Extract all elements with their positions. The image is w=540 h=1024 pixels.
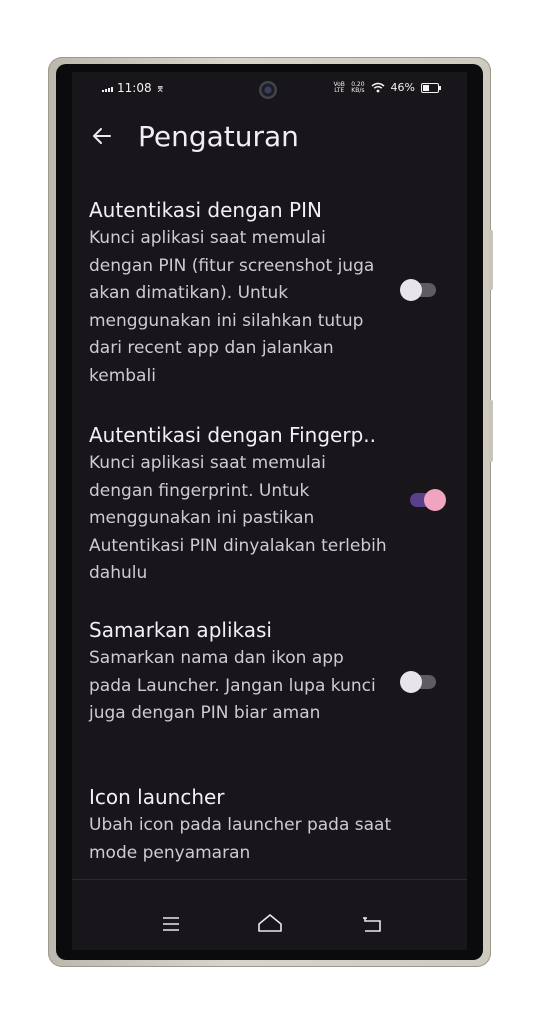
app-bar: Pengaturan	[72, 116, 467, 164]
battery-fill	[423, 84, 429, 91]
navigation-bar	[72, 904, 467, 944]
setting-pin-auth[interactable]: Autentikasi dengan PIN Kunci aplikasi sa…	[89, 197, 389, 390]
setting-disguise-app[interactable]: Samarkan aplikasi Samarkan nama dan ikon…	[89, 617, 389, 728]
setting-description: Samarkan nama dan ikon app pada Launcher…	[89, 648, 376, 723]
fingerprint-auth-toggle[interactable]	[408, 489, 446, 511]
download-icon: ⌆	[155, 81, 165, 95]
status-left: 11:08 ⌆	[102, 81, 165, 95]
toggle-thumb	[400, 671, 422, 693]
setting-title: Samarkan aplikasi	[89, 618, 272, 642]
clock: 11:08	[117, 81, 152, 95]
setting-description: Ubah icon pada launcher pada saat mode p…	[89, 815, 392, 863]
volume-button	[489, 230, 493, 290]
signal-icon	[102, 84, 113, 92]
arrow-left-icon[interactable]	[90, 124, 114, 148]
setting-title: Icon launcher	[89, 785, 225, 809]
network-speed: 0.20 KB/s	[351, 81, 365, 94]
battery-percent: 46%	[390, 81, 415, 94]
setting-title: Autentikasi dengan PIN	[89, 198, 322, 222]
status-right: VoB LTE 0.20 KB/s 46%	[333, 80, 441, 94]
screen: 11:08 ⌆ VoB LTE 0.20 KB/s 46% Pengaturan	[72, 72, 467, 950]
pin-auth-toggle[interactable]	[400, 279, 436, 301]
battery-icon	[421, 82, 441, 93]
network-speed-unit: KB/s	[351, 86, 365, 94]
wifi-icon	[371, 82, 385, 93]
home-icon[interactable]	[256, 910, 284, 938]
divider	[72, 879, 467, 880]
back-icon[interactable]	[358, 910, 386, 938]
front-camera	[259, 81, 277, 99]
network-type-label: VoB LTE	[333, 80, 345, 94]
page-title: Pengaturan	[138, 120, 299, 153]
setting-icon-launcher[interactable]: Icon launcher Ubah icon pada launcher pa…	[89, 784, 419, 867]
toggle-thumb	[400, 279, 422, 301]
setting-fingerprint-auth[interactable]: Autentikasi dengan Fingerp.. Kunci aplik…	[89, 422, 389, 588]
menu-lines-icon[interactable]	[157, 910, 185, 938]
setting-title: Autentikasi dengan Fingerp..	[89, 423, 376, 447]
status-bar: 11:08 ⌆ VoB LTE 0.20 KB/s 46%	[72, 72, 467, 108]
toggle-thumb	[424, 489, 446, 511]
setting-description: Kunci aplikasi saat memulai dengan PIN (…	[89, 228, 375, 386]
setting-description: Kunci aplikasi saat memulai dengan finge…	[89, 453, 387, 583]
power-button	[489, 400, 493, 462]
disguise-app-toggle[interactable]	[400, 671, 436, 693]
